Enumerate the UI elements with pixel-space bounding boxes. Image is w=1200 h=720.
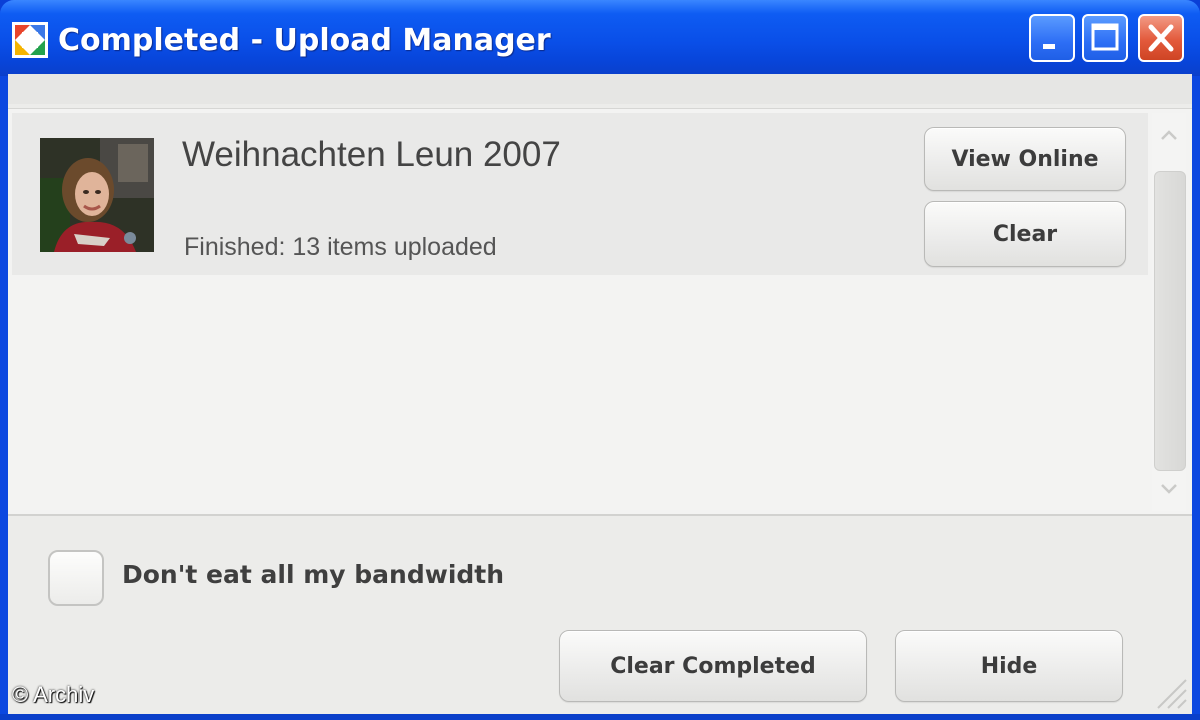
copyright-watermark: © Archiv: [12, 682, 95, 707]
clear-completed-button[interactable]: Clear Completed: [559, 630, 867, 702]
upload-list: Weihnachten Leun 2007 Finished: 13 items…: [8, 108, 1192, 516]
scroll-down-arrow[interactable]: [1152, 467, 1186, 511]
view-online-button[interactable]: View Online: [924, 127, 1126, 191]
chevron-down-icon: [1161, 484, 1177, 494]
maximize-icon: [1091, 23, 1119, 51]
window-client-area: Weihnachten Leun 2007 Finished: 13 items…: [8, 74, 1192, 714]
bandwidth-checkbox-label[interactable]: Don't eat all my bandwidth: [122, 560, 504, 589]
minimize-button[interactable]: [1029, 14, 1075, 62]
app-icon: [12, 22, 48, 58]
hide-button[interactable]: Hide: [895, 630, 1123, 702]
bottom-controls: Don't eat all my bandwidth Clear Complet…: [8, 518, 1192, 714]
maximize-button[interactable]: [1082, 14, 1128, 62]
scrollbar-thumb[interactable]: [1154, 171, 1186, 471]
upload-item[interactable]: Weihnachten Leun 2007 Finished: 13 items…: [12, 113, 1148, 275]
upload-status: Finished: 13 items uploaded: [184, 233, 497, 261]
photo-thumbnail: [40, 138, 154, 252]
scroll-up-arrow[interactable]: [1152, 113, 1186, 157]
minimize-icon: [1043, 44, 1055, 49]
title-bar[interactable]: Completed - Upload Manager: [0, 0, 1200, 76]
close-button[interactable]: [1138, 14, 1184, 62]
chevron-up-icon: [1161, 130, 1177, 140]
resize-grip-icon[interactable]: [1148, 670, 1188, 710]
upload-manager-window: Completed - Upload Manager Weihnachten L…: [0, 0, 1200, 720]
bandwidth-checkbox[interactable]: [48, 550, 104, 606]
window-bottom-border: [0, 714, 1200, 720]
album-title: Weihnachten Leun 2007: [182, 135, 561, 174]
toolbar-strip: [8, 74, 1192, 104]
window-title: Completed - Upload Manager: [58, 23, 551, 58]
vertical-scrollbar[interactable]: [1152, 113, 1186, 511]
close-icon: [1148, 24, 1174, 52]
clear-button[interactable]: Clear: [924, 201, 1126, 267]
